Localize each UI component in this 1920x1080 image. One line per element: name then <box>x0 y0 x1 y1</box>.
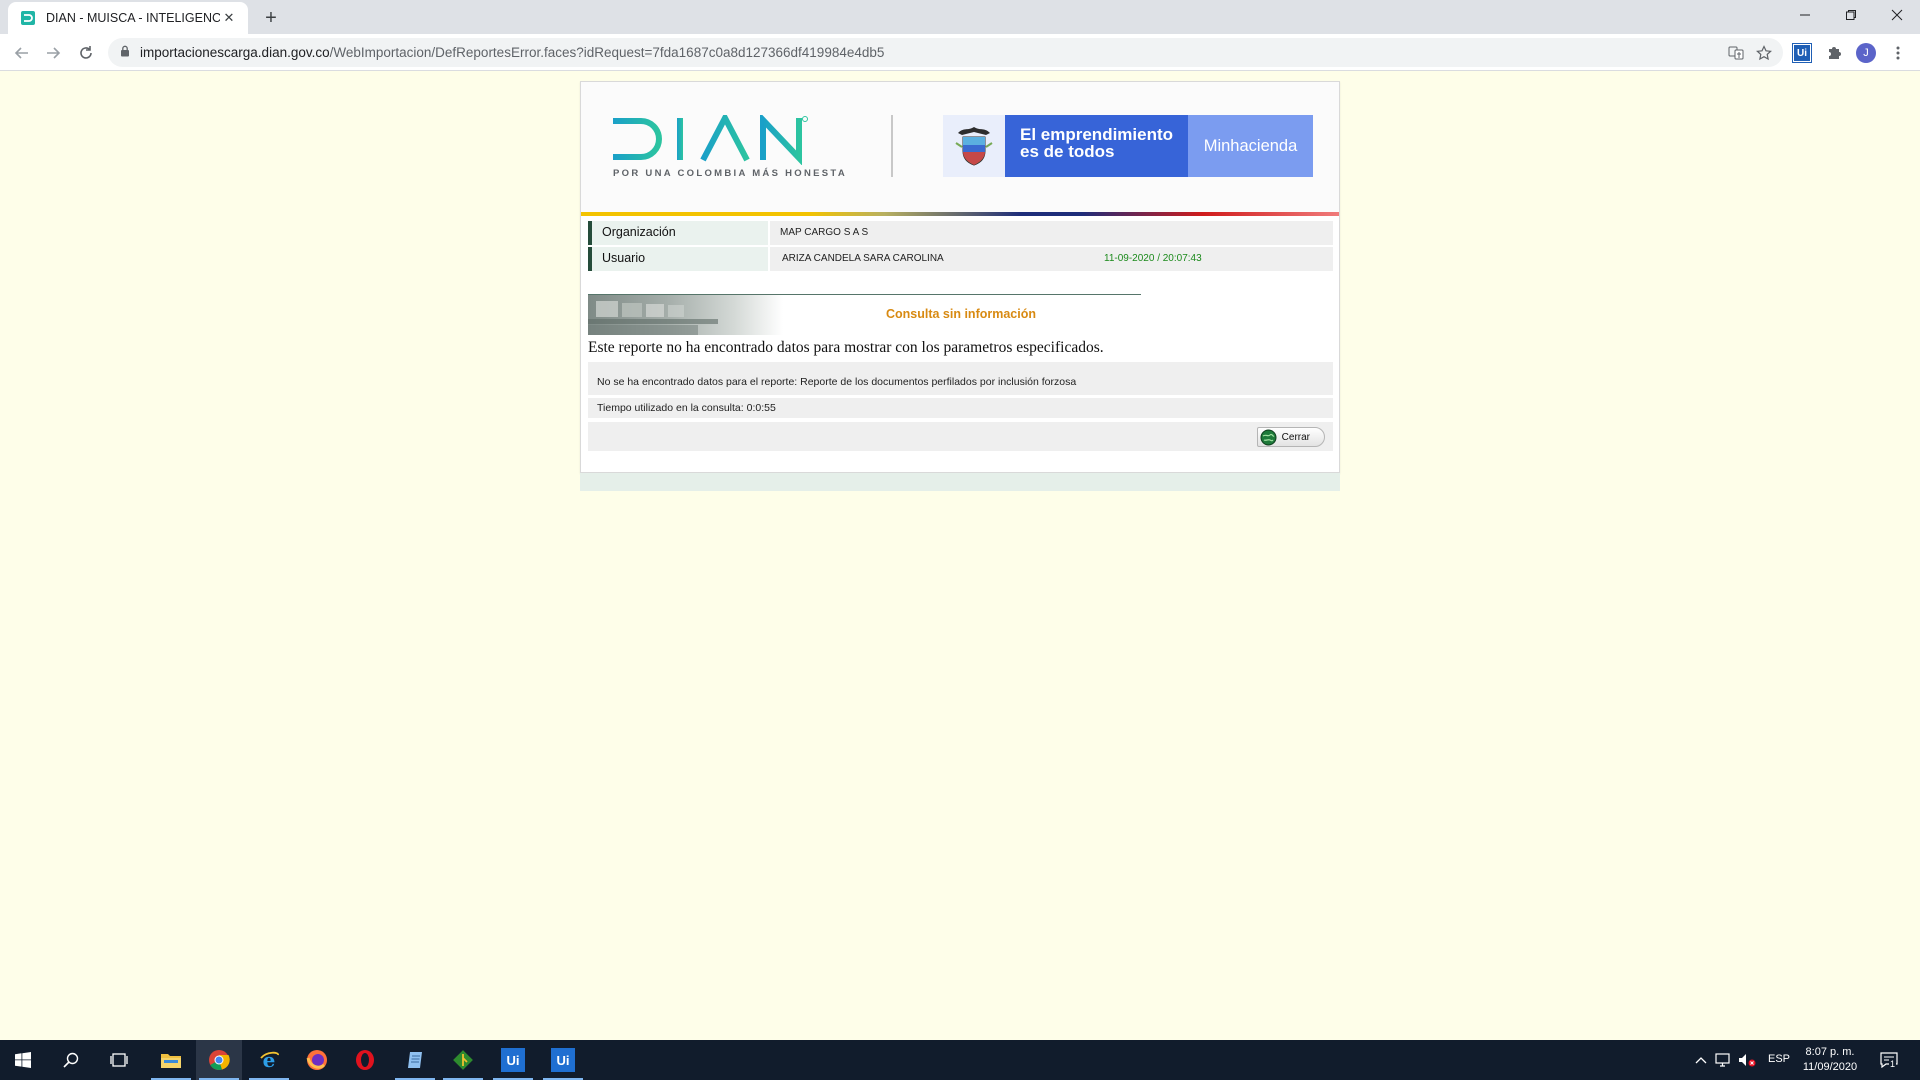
show-hidden-icons-chevron-icon[interactable] <box>1692 1051 1710 1069</box>
report-page: POR UNA COLOMBIA MÁS HONESTA El emprendi… <box>580 81 1340 473</box>
close-button-label: Cerrar <box>1281 431 1310 443</box>
header-divider <box>891 115 893 177</box>
system-clock[interactable]: 8:07 p. m. 11/09/2020 <box>1790 1045 1870 1075</box>
page-footer-strip <box>580 473 1340 491</box>
firefox-icon[interactable] <box>294 1040 340 1080</box>
browser-toolbar: importacionescarga.dian.gov.co/WebImport… <box>0 34 1920 71</box>
uipath-studio-icon-2[interactable]: Ui <box>540 1040 586 1080</box>
notepad-icon[interactable] <box>392 1040 438 1080</box>
network-icon[interactable] <box>1715 1051 1733 1069</box>
file-explorer-icon[interactable] <box>148 1040 194 1080</box>
search-icon[interactable] <box>48 1040 94 1080</box>
extensions-puzzle-icon[interactable] <box>1823 42 1845 64</box>
address-bar[interactable]: importacionescarga.dian.gov.co/WebImport… <box>108 38 1783 67</box>
globe-icon <box>1260 429 1277 449</box>
dian-tagline: POR UNA COLOMBIA MÁS HONESTA <box>613 168 847 179</box>
internet-explorer-icon[interactable]: e <box>246 1040 292 1080</box>
bookmark-star-icon[interactable] <box>1753 42 1775 64</box>
browser-menu-icon[interactable] <box>1887 42 1909 64</box>
task-view-icon[interactable] <box>96 1040 142 1080</box>
tab-title: DIAN - MUISCA - INTELIGENCIA <box>46 11 220 25</box>
page-header: POR UNA COLOMBIA MÁS HONESTA El emprendi… <box>581 82 1339 212</box>
query-time: Tiempo utilizado en la consulta: 0:0:55 <box>588 398 1333 418</box>
browser-tab-active[interactable]: DIAN - MUISCA - INTELIGENCIA ✕ <box>8 2 248 34</box>
user-label: Usuario <box>588 247 768 271</box>
volume-muted-icon[interactable] <box>1738 1051 1756 1069</box>
uipath-studio-icon-1[interactable]: Ui <box>490 1040 536 1080</box>
profile-avatar[interactable]: J <box>1855 42 1877 64</box>
session-timestamp: 11-09-2020 / 20:07:43 <box>1104 253 1202 264</box>
no-data-message: Este reporte no ha encontrado datos para… <box>588 339 1104 356</box>
close-button[interactable]: Cerrar <box>1256 427 1325 449</box>
organization-label: Organización <box>588 221 768 245</box>
government-banner: El emprendimiento es de todos Minhaciend… <box>943 115 1313 177</box>
chrome-icon[interactable] <box>196 1040 242 1080</box>
url-text: importacionescarga.dian.gov.co/WebImport… <box>140 45 884 60</box>
translate-icon[interactable] <box>1725 42 1747 64</box>
opera-icon[interactable] <box>342 1040 388 1080</box>
clock-time: 8:07 p. m. <box>1805 1046 1855 1058</box>
git-icon[interactable] <box>440 1040 486 1080</box>
browser-tabstrip: DIAN - MUISCA - INTELIGENCIA ✕ + <box>0 0 1920 34</box>
reload-icon[interactable] <box>72 39 100 67</box>
flag-gradient-divider <box>581 212 1339 216</box>
new-tab-button[interactable]: + <box>258 5 284 31</box>
action-center-icon[interactable]: 1 <box>1880 1051 1898 1069</box>
banner-line-1: El emprendimiento <box>1020 125 1174 144</box>
report-detail: No se ha encontrado datos para el report… <box>588 362 1333 395</box>
organization-value: MAP CARGO S A S <box>770 221 1333 245</box>
dian-logo <box>611 111 851 170</box>
user-value: ARIZA CANDELA SARA CAROLINA <box>782 253 944 264</box>
banner-slogan: El emprendimiento es de todos <box>1005 115 1188 177</box>
windows-start-icon[interactable] <box>0 1040 46 1080</box>
organization-row: Organización MAP CARGO S A S <box>588 221 1333 245</box>
office-photo <box>588 295 783 335</box>
minimize-icon[interactable] <box>1782 0 1828 30</box>
uipath-label-2: Ui <box>551 1048 575 1072</box>
uipath-label-1: Ui <box>501 1048 525 1072</box>
clock-date: 11/09/2020 <box>1802 1061 1858 1073</box>
input-language[interactable]: ESP <box>1768 1053 1790 1065</box>
dian-favicon-icon <box>20 10 36 26</box>
window-controls <box>1782 0 1920 34</box>
windows-taskbar: e Ui Ui ESP 8:07 p. m. 11/09/2020 1 <box>0 1040 1920 1080</box>
profile-initial: J <box>1856 43 1876 63</box>
banner-ministry: Minhacienda <box>1188 115 1313 177</box>
url-path: /WebImportacion/DefReportesError.faces?i… <box>329 45 885 60</box>
user-row: Usuario ARIZA CANDELA SARA CAROLINA 11-0… <box>588 247 1333 271</box>
close-window-icon[interactable] <box>1874 0 1920 30</box>
coat-of-arms-icon <box>943 115 1005 177</box>
user-value-cell: ARIZA CANDELA SARA CAROLINA 11-09-2020 /… <box>770 247 1333 271</box>
action-bar: Cerrar <box>588 422 1333 451</box>
banner-line-2: es de todos <box>1020 142 1115 161</box>
report-title: Consulta sin información <box>885 307 1036 321</box>
url-domain: importacionescarga.dian.gov.co <box>140 45 330 60</box>
forward-arrow-icon[interactable] <box>39 39 67 67</box>
restore-icon[interactable] <box>1828 0 1874 30</box>
back-arrow-icon[interactable] <box>8 39 36 67</box>
uipath-extension-icon[interactable]: Ui <box>1791 42 1813 64</box>
lock-icon <box>120 44 130 62</box>
tab-close-icon[interactable]: ✕ <box>220 9 238 27</box>
uipath-extension-label: Ui <box>1792 43 1812 63</box>
notification-count: 1 <box>1889 1059 1897 1069</box>
